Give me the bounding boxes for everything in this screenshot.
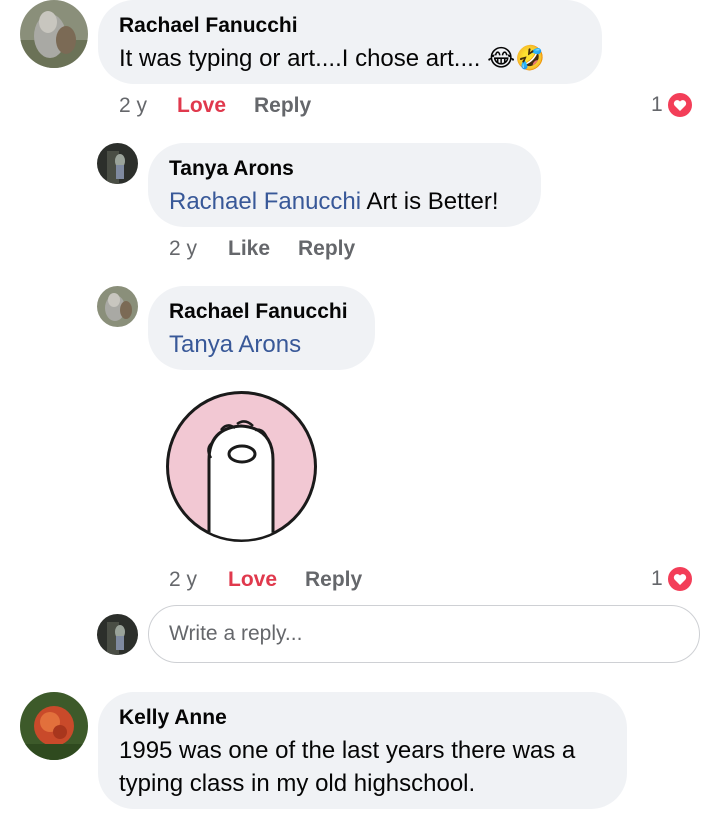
comment-author[interactable]: Rachael Fanucchi [169,300,348,324]
comment-author[interactable]: Tanya Arons [169,157,294,181]
comment-age: 2 y [169,237,198,260]
reaction-count[interactable]: 1 [651,565,694,593]
comment-text: Tanya Arons [169,328,301,361]
avatar[interactable] [20,692,88,760]
avatar[interactable] [97,286,138,327]
comment-text: Rachael Fanucchi Art is Better! [169,185,499,218]
comment-age: 2 y [119,94,148,117]
avatar[interactable] [97,614,138,655]
reply-input[interactable]: Write a reply... [148,605,700,663]
love-button[interactable]: Love [228,568,277,592]
comment-text-body: It was typing or art....I chose art.... [119,45,481,72]
reaction-count-value: 1 [651,93,663,116]
comment-author[interactable]: Kelly Anne [119,706,227,730]
paw-sticker[interactable] [165,390,318,543]
heart-icon [665,91,694,119]
mention-link[interactable]: Tanya Arons [169,331,301,358]
avatar[interactable] [20,0,88,68]
reply-button[interactable]: Reply [298,237,355,261]
comment-author[interactable]: Rachael Fanucchi [119,14,298,38]
comment-text-line: typing class in my old highschool. [119,770,476,797]
like-button[interactable]: Like [228,237,270,261]
rofl-emoji-icon: 🤣 [515,45,546,72]
reply-input-placeholder: Write a reply... [169,622,303,645]
comment-text: It was typing or art....I chose art.... … [119,42,545,75]
mention-link[interactable]: Rachael Fanucchi [169,188,361,215]
reply-button[interactable]: Reply [305,568,362,592]
comment-text-body: Art is Better! [366,188,499,215]
heart-icon [665,565,694,593]
comment-text-line: 1995 was one of the last years there was… [119,737,576,764]
love-button[interactable]: Love [177,94,226,118]
reaction-count[interactable]: 1 [651,91,694,119]
laughing-emoji-icon: 😂 [487,45,516,72]
reply-button[interactable]: Reply [254,94,311,118]
avatar[interactable] [97,143,138,184]
comment-age: 2 y [169,568,198,591]
reaction-count-value: 1 [651,567,663,590]
